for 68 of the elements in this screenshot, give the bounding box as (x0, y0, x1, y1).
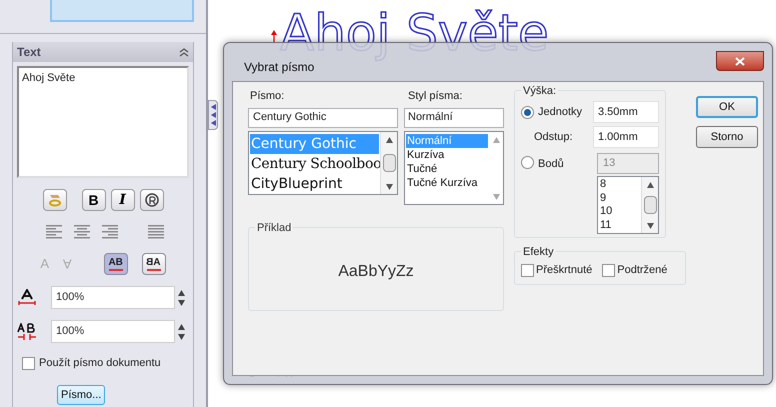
percent-field[interactable]: 100% (51, 320, 175, 343)
scroll-down-icon[interactable] (386, 182, 392, 190)
axis-arrow-icon (271, 30, 277, 44)
font-name-field[interactable]: Century Gothic (248, 108, 398, 128)
points-list-item[interactable]: 10 (600, 205, 639, 218)
char-width-icon (17, 288, 37, 306)
dialog-button[interactable]: OK (696, 96, 758, 118)
section-title: Text (17, 44, 41, 61)
font-button[interactable]: Písmo... (57, 384, 106, 405)
points-list-item[interactable]: 9 (600, 192, 639, 205)
italic-button[interactable]: I (110, 189, 134, 211)
group-label: Efekty (521, 244, 556, 260)
checkbox[interactable] (602, 264, 616, 276)
spin-down-icon[interactable] (178, 299, 185, 306)
close-button[interactable] (716, 51, 764, 71)
style-label: Styl písma: (408, 89, 464, 104)
text-area[interactable]: Ahoj Světe (17, 66, 189, 178)
checkbox-label: Použít písmo dokumentu (39, 356, 161, 371)
spacing-label: Odstup: (534, 130, 573, 145)
scroll-thumb[interactable] (382, 154, 396, 172)
scrollbar[interactable] (641, 177, 658, 233)
points-list-item[interactable]: 11 (600, 218, 639, 232)
radio-label: Bodů (538, 157, 564, 172)
scroll-down-icon[interactable] (646, 222, 654, 229)
field-box[interactable] (50, 0, 194, 22)
radio-button[interactable] (521, 156, 534, 169)
link-button[interactable] (42, 189, 66, 211)
radio-button[interactable] (521, 106, 534, 118)
panel-collapse-handle[interactable] (208, 100, 218, 130)
style-field[interactable]: Normální (404, 108, 504, 128)
close-icon (735, 56, 745, 66)
spin-down-icon[interactable] (178, 333, 185, 340)
align-icon[interactable] (102, 225, 118, 239)
style-list-item[interactable]: Tučné Kurzíva (406, 176, 488, 190)
spin-up-icon[interactable] (178, 323, 185, 330)
collapse-icon[interactable] (179, 48, 189, 56)
align-icon[interactable] (74, 225, 90, 239)
spacing-field[interactable]: 1.00mm (593, 126, 659, 148)
align-icon[interactable] (46, 225, 62, 239)
style-list-item[interactable]: Kurzíva (406, 148, 488, 162)
font-label: Písmo: (250, 89, 286, 104)
checkbox[interactable] (22, 356, 35, 370)
text-direction-button[interactable]: AB (142, 253, 166, 275)
percent-field[interactable]: 100% (51, 286, 175, 309)
rotate-button[interactable] (140, 189, 164, 211)
points-list-item[interactable]: 8 (600, 178, 639, 192)
units-field[interactable]: 3.50mm (593, 101, 659, 123)
group-label: Výška: (521, 83, 558, 100)
char-spacing-icon (17, 322, 37, 340)
text-direction-button[interactable]: AB (104, 253, 128, 275)
spin-up-icon[interactable] (178, 289, 185, 296)
font-list-item[interactable]: CityBlueprint (250, 174, 379, 194)
style-list-item[interactable]: Tučné (406, 162, 488, 176)
style-list[interactable]: Normální Kurzíva Tučné Tučné Kurzíva (404, 130, 504, 204)
sample-text: AaBbYyZz (338, 262, 414, 282)
align-icon[interactable] (148, 225, 164, 239)
scroll-up-icon[interactable] (386, 136, 392, 142)
dialog-title: Vybrat písmo (244, 60, 314, 76)
bold-button[interactable]: B (82, 189, 106, 211)
checkbox[interactable] (521, 264, 534, 276)
points-list[interactable]: 8 9 10 11 (597, 176, 659, 234)
radio-label: Jednotky (538, 104, 582, 120)
scroll-thumb[interactable] (644, 196, 656, 214)
checkbox-label: Přeškrtnuté (536, 262, 592, 278)
scroll-up-icon[interactable] (646, 181, 654, 188)
scrollbar[interactable] (380, 132, 397, 194)
dialog-button[interactable]: Storno (696, 126, 758, 148)
checkbox-label: Podtržené (617, 262, 668, 278)
